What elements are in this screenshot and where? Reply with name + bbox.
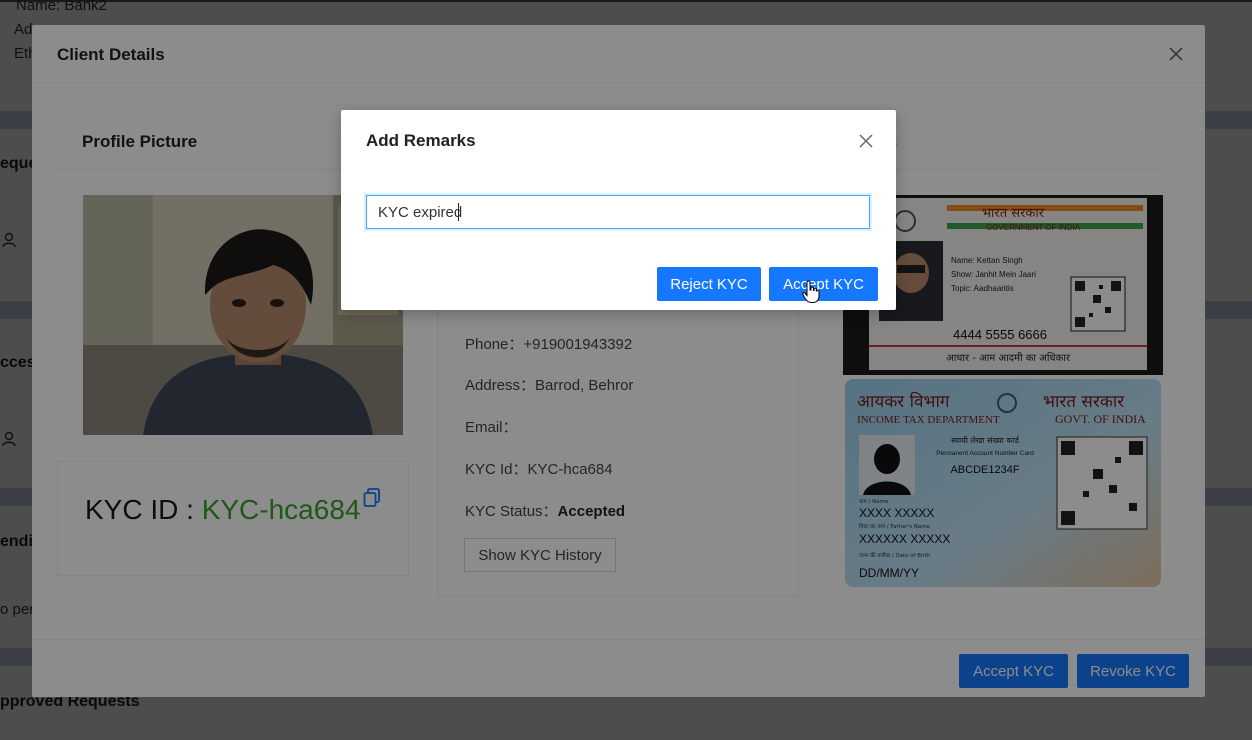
hand-cursor-icon <box>802 280 820 303</box>
reject-kyc-button[interactable]: Reject KYC <box>657 267 761 301</box>
text-caret <box>458 203 459 221</box>
remarks-input[interactable] <box>366 195 870 229</box>
modal-title: Add Remarks <box>366 131 476 150</box>
accept-kyc-button[interactable]: Accept KYC <box>769 267 878 301</box>
close-icon[interactable] <box>858 133 874 149</box>
